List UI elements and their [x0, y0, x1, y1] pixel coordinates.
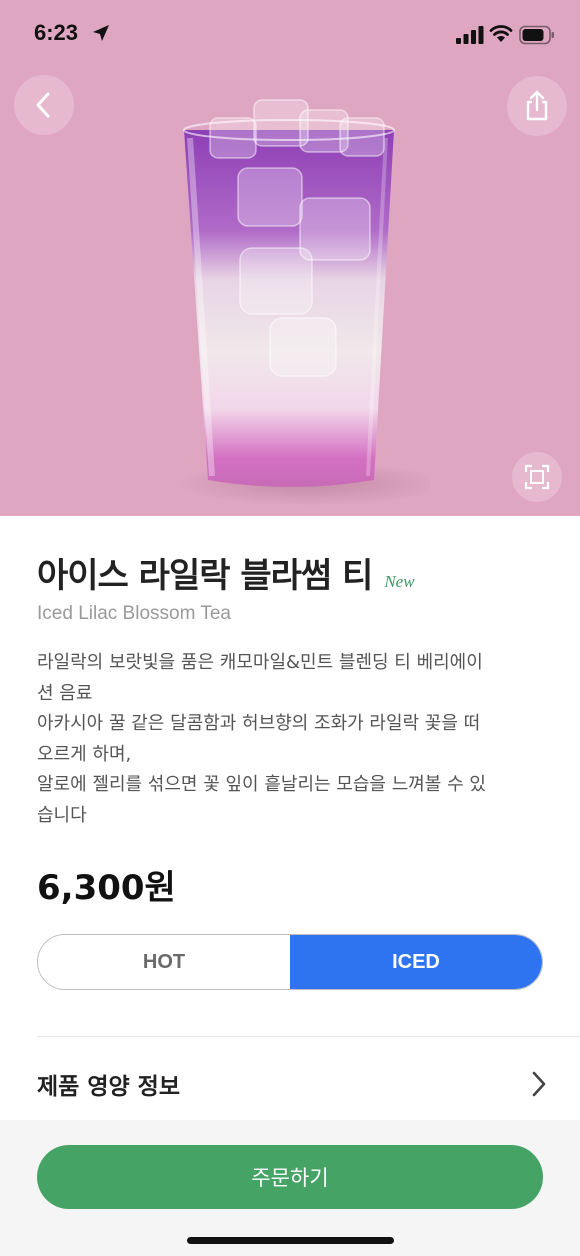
battery-icon: [519, 25, 554, 45]
status-bar: 6:23: [0, 0, 580, 70]
share-icon: [526, 90, 548, 121]
description-line: 라일락의 보랏빛을 품은 캐모마일&민트 블렌딩 티 베리에이: [37, 652, 483, 673]
divider: [37, 1036, 580, 1037]
product-price: 6,300원: [37, 868, 176, 908]
back-chevron-icon: [36, 92, 50, 118]
home-indicator: [187, 1237, 394, 1244]
product-hero: 6:23: [0, 0, 580, 516]
product-english-name: Iced Lilac Blossom Tea: [37, 603, 231, 624]
new-badge: New: [384, 572, 415, 591]
drink-image: [175, 99, 430, 506]
status-time: 6:23: [34, 20, 79, 45]
share-button[interactable]: [507, 76, 567, 136]
product-title: 아이스 라일락 블라썸 티: [37, 556, 373, 596]
back-button[interactable]: [14, 75, 74, 135]
zoom-frame-icon: [524, 464, 550, 490]
temperature-toggle: HOT ICED: [37, 934, 543, 990]
wifi-icon: [489, 25, 513, 42]
location-arrow-icon: [93, 25, 109, 41]
description-line: 알로에 젤리를 섞으면 꽃 잎이 흩날리는 모습을 느껴볼 수 있: [37, 774, 486, 795]
nutrition-info-label: 제품 영양 정보: [37, 1074, 180, 1100]
order-button[interactable]: 주문하기: [37, 1145, 543, 1209]
product-title-row: 아이스 라일락 블라썸 티 New: [37, 548, 415, 597]
description-line: 아카시아 꿀 같은 달콤함과 허브향의 조화가 라일락 꽃을 떠: [37, 713, 481, 734]
hot-option[interactable]: HOT: [38, 935, 290, 989]
zoom-button[interactable]: [512, 452, 562, 502]
chevron-right-icon: [532, 1071, 546, 1097]
nutrition-info-row[interactable]: 제품 영양 정보: [37, 1058, 547, 1110]
description-line: 습니다: [37, 804, 87, 826]
cellular-signal-icon: [456, 26, 484, 44]
description-line: 오르게 하며,: [37, 743, 132, 765]
iced-option[interactable]: ICED: [290, 935, 542, 989]
product-description: 라일락의 보랏빛을 품은 캐모마일&민트 블렌딩 티 베리에이 션 음료 아카시…: [37, 648, 547, 831]
description-line: 션 음료: [37, 682, 93, 704]
